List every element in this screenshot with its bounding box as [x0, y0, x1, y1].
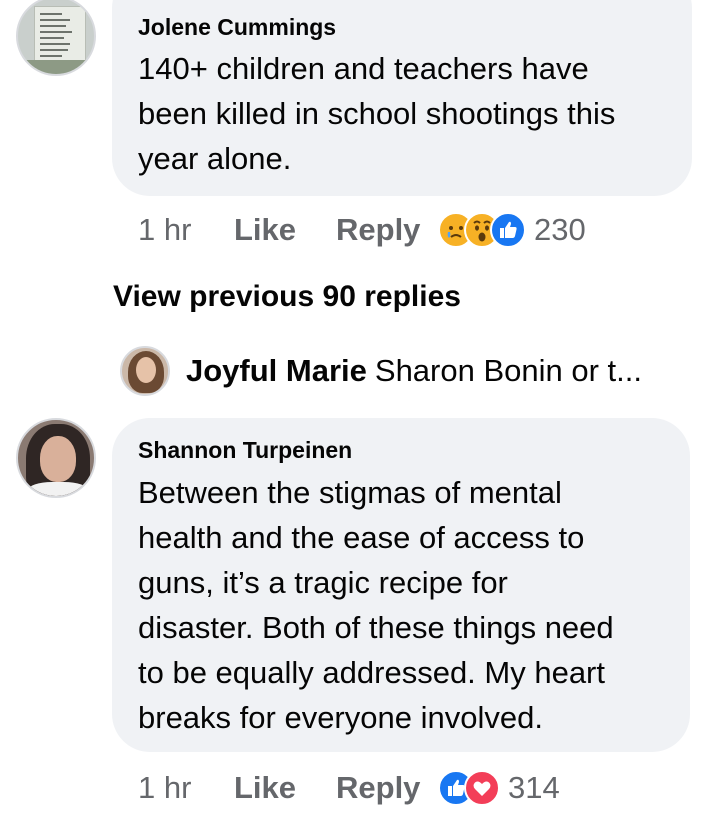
like-reaction-icon: [490, 212, 526, 248]
comment-thread: Jolene Cummings 140+ children and teache…: [0, 0, 720, 831]
like-button[interactable]: Like: [234, 770, 296, 806]
reaction-count: 314: [508, 770, 560, 805]
comment-author-name[interactable]: Shannon Turpeinen: [138, 437, 352, 464]
like-button[interactable]: Like: [234, 212, 296, 248]
avatar-joyful-marie[interactable]: [120, 346, 170, 396]
view-previous-replies-link[interactable]: View previous 90 replies: [113, 280, 461, 314]
reply-snippet: Sharon Bonin or t...: [374, 353, 642, 388]
comment-text: 140+ children and teachers have been kil…: [138, 51, 616, 176]
reply-author-name[interactable]: Joyful Marie: [186, 353, 367, 388]
reply-button[interactable]: Reply: [336, 770, 420, 806]
comment-text: Between the stigmas of mental health and…: [138, 475, 614, 735]
reaction-summary[interactable]: 314: [438, 770, 560, 806]
avatar-jolene-cummings[interactable]: [16, 0, 96, 76]
reply-preview[interactable]: Joyful Marie Sharon Bonin or t...: [186, 353, 642, 389]
comment-timestamp[interactable]: 1 hr: [138, 212, 191, 248]
avatar-shannon-turpeinen[interactable]: [16, 418, 96, 498]
reaction-summary[interactable]: 230: [438, 212, 586, 248]
reaction-count: 230: [534, 212, 586, 247]
comment-author-name[interactable]: Jolene Cummings: [138, 14, 336, 41]
reply-button[interactable]: Reply: [336, 212, 420, 248]
love-reaction-icon: [464, 770, 500, 806]
comment-timestamp[interactable]: 1 hr: [138, 770, 191, 806]
